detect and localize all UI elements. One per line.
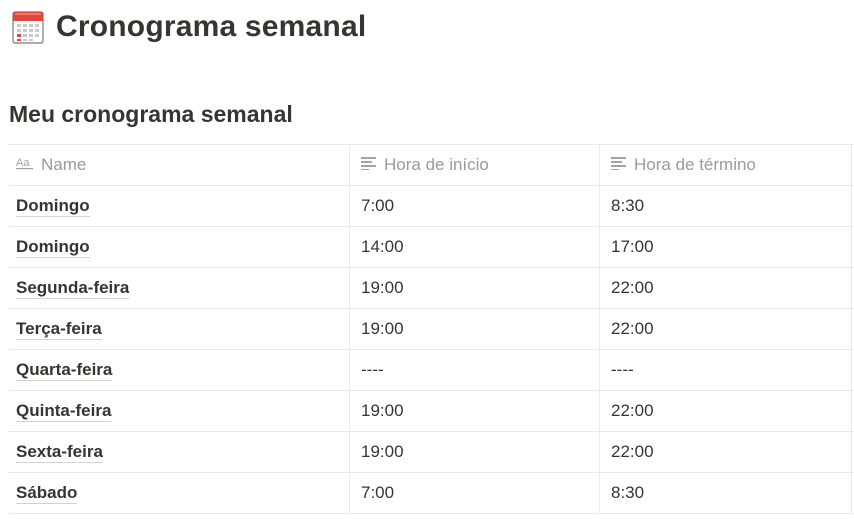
database-title[interactable]: Meu cronograma semanal <box>9 101 293 128</box>
table-row[interactable]: Domingo 14:00 17:00 <box>9 227 854 268</box>
table-row[interactable]: Quarta-feira ---- ---- <box>9 350 854 391</box>
text-property-icon <box>611 155 627 175</box>
column-header-name[interactable]: Aa Name <box>9 145 350 185</box>
cell-start[interactable]: 14:00 <box>350 227 600 267</box>
title-property-icon: Aa <box>16 155 34 175</box>
row-end-time: 22:00 <box>611 319 654 338</box>
cell-name[interactable]: Domingo <box>9 227 350 267</box>
table-row[interactable]: Sexta-feira 19:00 22:00 <box>9 432 854 473</box>
page-header: Cronograma semanal <box>12 8 366 46</box>
page-title[interactable]: Cronograma semanal <box>56 10 366 44</box>
row-end-time: 22:00 <box>611 278 654 297</box>
column-header-label: Hora de término <box>634 155 756 174</box>
row-end-time: 22:00 <box>611 401 654 420</box>
row-start-time: 19:00 <box>361 278 404 297</box>
row-name[interactable]: Segunda-feira <box>16 278 130 299</box>
row-name[interactable]: Terça-feira <box>16 319 102 340</box>
row-end-time: 17:00 <box>611 237 654 256</box>
table-header-row: Aa Name Hora de início Hora de término <box>9 145 854 186</box>
cell-end[interactable]: 17:00 <box>600 227 852 267</box>
text-property-icon <box>361 155 377 175</box>
table-row[interactable]: Sábado 7:00 8:30 <box>9 473 854 514</box>
cell-start[interactable]: ---- <box>350 350 600 390</box>
cell-name[interactable]: Sábado <box>9 473 350 513</box>
cell-name[interactable]: Segunda-feira <box>9 268 350 308</box>
column-header-end[interactable]: Hora de término <box>600 145 852 185</box>
row-name[interactable]: Quinta-feira <box>16 401 112 422</box>
cell-end[interactable]: 22:00 <box>600 432 852 472</box>
table-row[interactable]: Segunda-feira 19:00 22:00 <box>9 268 854 309</box>
svg-text:Aa: Aa <box>16 157 30 169</box>
cell-name[interactable]: Sexta-feira <box>9 432 350 472</box>
row-name[interactable]: Domingo <box>16 237 90 258</box>
row-start-time: ---- <box>361 360 384 379</box>
row-start-time: 19:00 <box>361 401 404 420</box>
row-end-time: 22:00 <box>611 442 654 461</box>
row-name[interactable]: Sábado <box>16 483 78 504</box>
cell-start[interactable]: 19:00 <box>350 309 600 349</box>
cell-end[interactable]: 22:00 <box>600 309 852 349</box>
row-start-time: 7:00 <box>361 196 395 215</box>
table-row[interactable]: Quinta-feira 19:00 22:00 <box>9 391 854 432</box>
table-row[interactable]: Terça-feira 19:00 22:00 <box>9 309 854 350</box>
cell-name[interactable]: Quarta-feira <box>9 350 350 390</box>
table-row[interactable]: Domingo 7:00 8:30 <box>9 186 854 227</box>
cell-end[interactable]: 22:00 <box>600 391 852 431</box>
row-name[interactable]: Quarta-feira <box>16 360 113 381</box>
cell-end[interactable]: 8:30 <box>600 186 852 226</box>
cell-end[interactable]: 22:00 <box>600 268 852 308</box>
row-end-time: ---- <box>611 360 634 379</box>
row-end-time: 8:30 <box>611 196 645 215</box>
cell-start[interactable]: 7:00 <box>350 473 600 513</box>
column-header-start[interactable]: Hora de início <box>350 145 600 185</box>
row-start-time: 19:00 <box>361 319 404 338</box>
row-start-time: 19:00 <box>361 442 404 461</box>
cell-start[interactable]: 7:00 <box>350 186 600 226</box>
database-table: Aa Name Hora de início Hora de término D… <box>0 144 854 514</box>
row-end-time: 8:30 <box>611 483 645 502</box>
cell-start[interactable]: 19:00 <box>350 391 600 431</box>
row-start-time: 14:00 <box>361 237 404 256</box>
cell-name[interactable]: Terça-feira <box>9 309 350 349</box>
cell-name[interactable]: Quinta-feira <box>9 391 350 431</box>
cell-start[interactable]: 19:00 <box>350 268 600 308</box>
calendar-icon <box>12 10 44 44</box>
column-header-label: Hora de início <box>384 155 489 174</box>
row-name[interactable]: Domingo <box>16 196 90 217</box>
row-start-time: 7:00 <box>361 483 395 502</box>
cell-start[interactable]: 19:00 <box>350 432 600 472</box>
cell-name[interactable]: Domingo <box>9 186 350 226</box>
cell-end[interactable]: 8:30 <box>600 473 852 513</box>
row-name[interactable]: Sexta-feira <box>16 442 103 463</box>
column-header-label: Name <box>41 155 87 174</box>
cell-end[interactable]: ---- <box>600 350 852 390</box>
